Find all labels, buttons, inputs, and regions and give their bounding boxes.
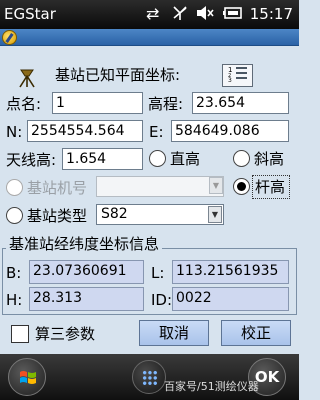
slant-height-label[interactable]: 斜高	[254, 149, 284, 169]
north-label: N:	[6, 123, 23, 141]
pole-height-radio[interactable]	[233, 178, 250, 195]
three-param-checkbox[interactable]	[11, 325, 29, 343]
pole-height-label[interactable]: 杆高	[255, 177, 285, 197]
base-station-form: 基站已知平面坐标: 123 点名: 1 高程: 23.654 N: 255455…	[0, 46, 299, 354]
east-label: E:	[149, 123, 164, 141]
straight-height-label[interactable]: 直高	[170, 149, 200, 169]
height-h-field: 28.313	[29, 287, 144, 311]
elevation-label: 高程:	[148, 95, 184, 113]
longitude-l-label: L:	[151, 264, 165, 282]
point-name-label: 点名:	[6, 95, 42, 113]
clock-time[interactable]: 15:17	[250, 5, 293, 23]
station-id-field: 0022	[172, 287, 289, 311]
east-input[interactable]: 584649.086	[171, 120, 289, 142]
longitude-l-field: 113.21561935	[172, 260, 289, 284]
latitude-b-field: 23.07360691	[29, 260, 144, 284]
base-serial-select-frame: ▼	[96, 176, 224, 197]
keyboard-grid-icon	[142, 370, 158, 386]
base-type-value: S82	[101, 206, 128, 222]
cancel-button[interactable]: 取消	[139, 320, 209, 346]
antenna-height-input[interactable]: 1.654	[62, 148, 143, 170]
watermark: 百家号/51测绘仪器	[164, 380, 259, 393]
north-input[interactable]: 2554554.564	[27, 120, 143, 142]
base-serial-label: 基站机号	[27, 179, 88, 197]
chevron-down-icon[interactable]: ▼	[209, 177, 223, 194]
keyboard-button[interactable]	[132, 360, 166, 394]
latlon-group-title: 基准站经纬度坐标信息	[6, 234, 163, 254]
point-name-input[interactable]: 1	[52, 92, 143, 114]
calibrate-button[interactable]: 校正	[221, 320, 291, 346]
speaker-muted-icon[interactable]	[195, 4, 215, 27]
app-toolbar	[0, 29, 299, 46]
base-type-radio[interactable]	[6, 207, 23, 224]
latitude-b-label: B:	[6, 264, 22, 282]
coordinate-list-button[interactable]: 123	[222, 64, 253, 87]
base-serial-radio[interactable]	[6, 179, 23, 196]
slant-height-radio[interactable]	[233, 150, 250, 167]
station-id-label: ID:	[151, 291, 173, 309]
app-title: EGStar	[4, 5, 56, 23]
base-type-select[interactable]: S82 ▼	[96, 204, 224, 225]
base-station-icon	[17, 66, 37, 88]
no-signal-icon[interactable]	[171, 4, 189, 27]
known-coords-heading: 基站已知平面坐标:	[55, 66, 181, 84]
sync-arrows-icon[interactable]: ⇄	[146, 4, 159, 24]
windows-flag-icon	[20, 371, 36, 384]
elevation-input[interactable]: 23.654	[192, 92, 289, 114]
status-bar: EGStar ⇄ 15:17	[0, 0, 299, 29]
straight-height-radio[interactable]	[149, 150, 166, 167]
height-h-label: H:	[6, 291, 23, 309]
base-type-label: 基站类型	[27, 207, 88, 225]
antenna-height-label: 天线高:	[6, 151, 57, 169]
egstar-logo-icon[interactable]	[2, 30, 17, 45]
start-button[interactable]	[8, 358, 46, 396]
three-param-label[interactable]: 算三参数	[35, 324, 95, 344]
battery-icon[interactable]	[222, 4, 244, 27]
chevron-down-icon[interactable]: ▼	[208, 206, 222, 223]
svg-text:3: 3	[228, 77, 232, 82]
